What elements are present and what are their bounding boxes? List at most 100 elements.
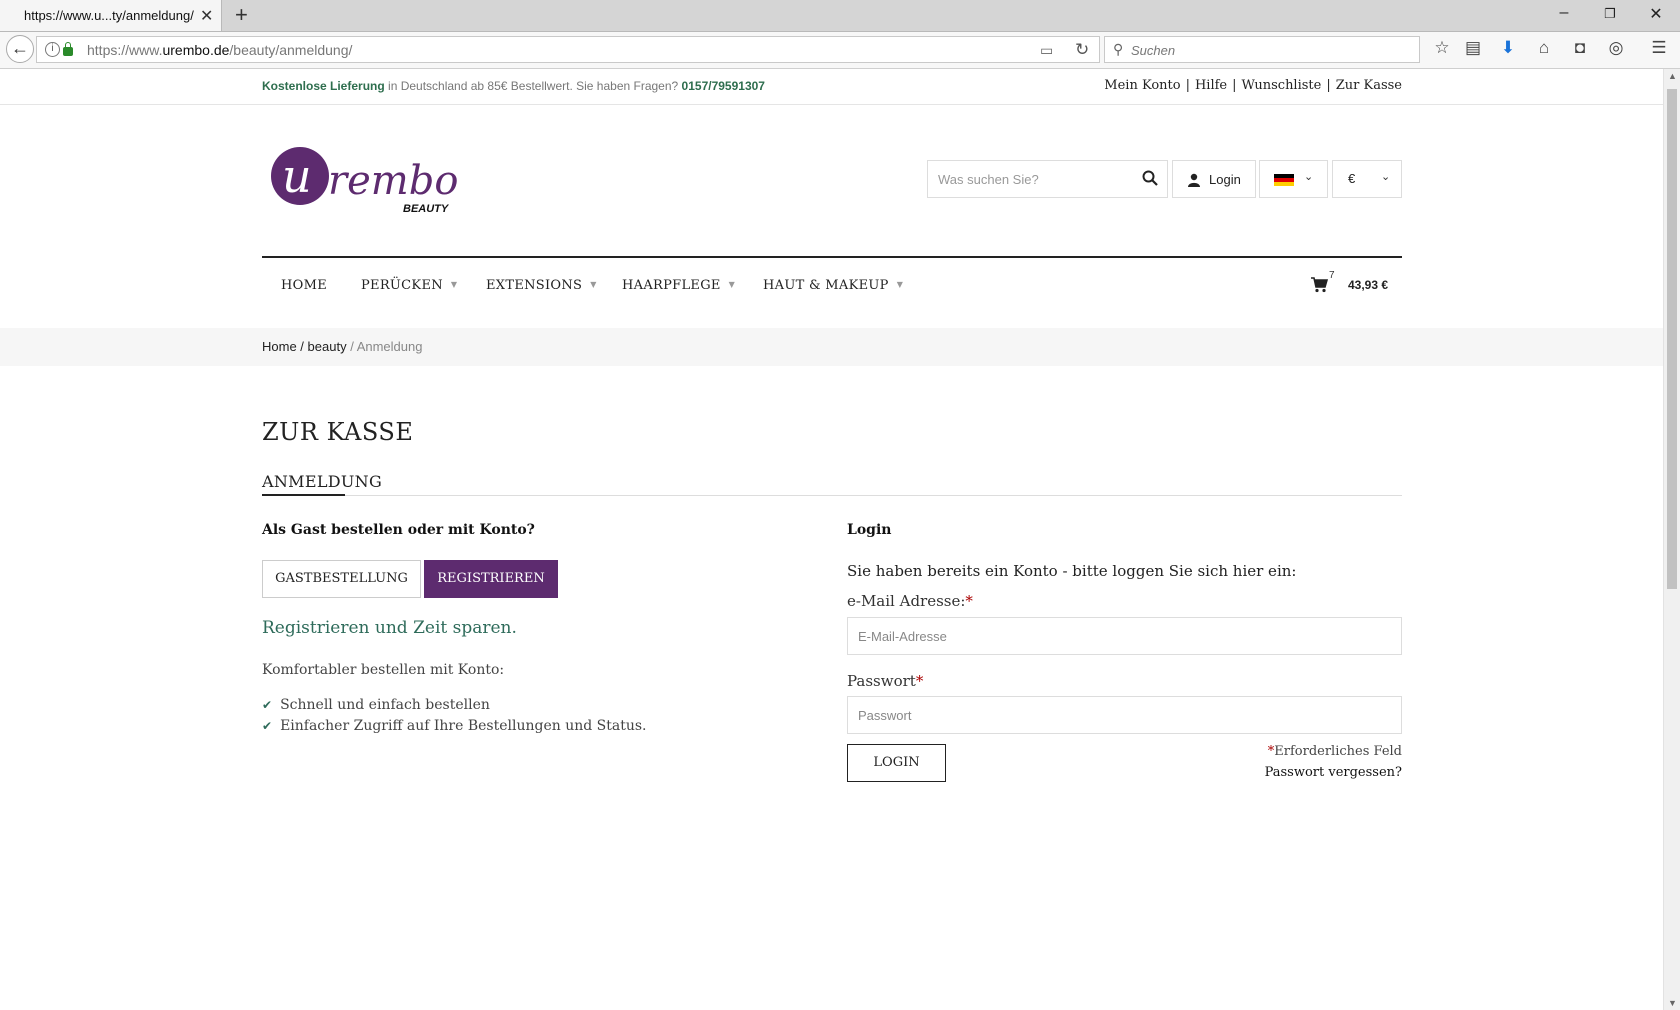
nav-haarpflege-label: HAARPFLEGE [622, 278, 721, 293]
scroll-thumb[interactable] [1667, 89, 1677, 589]
register-button[interactable]: REGISTRIEREN [424, 560, 558, 598]
email-field[interactable]: E-Mail-Adresse [847, 617, 1402, 655]
site-search-input[interactable]: Was suchen Sie? [927, 160, 1168, 198]
required-field-note: *Erforderliches Feld [1100, 744, 1402, 759]
scroll-up-icon[interactable]: ▲ [1668, 71, 1677, 81]
delivery-info: Kostenlose Lieferung in Deutschland ab 8… [262, 79, 765, 93]
password-field[interactable]: Passwort [847, 696, 1402, 734]
bookmarks-list-icon[interactable]: ▤ [1462, 38, 1484, 58]
url-path: /beauty/anmeldung/ [229, 42, 353, 58]
login-heading: Login [847, 522, 892, 538]
nav-home[interactable]: HOME [281, 278, 327, 293]
logo-rembo: rembo [328, 158, 458, 204]
page-scrollbar[interactable]: ▲ ▼ [1663, 69, 1680, 1010]
breadcrumb-separator: / [296, 339, 308, 354]
nav-haut-makeup[interactable]: HAUT & MAKEUP ▼ [763, 278, 903, 293]
register-headline: Registrieren und Zeit sparen. [262, 618, 517, 638]
breadcrumb-separator: / [346, 339, 357, 354]
url-prefix: https://www. [87, 42, 163, 58]
url-text[interactable]: https://www.urembo.de/beauty/anmeldung/ [87, 42, 352, 58]
link-zur-kasse[interactable]: Zur Kasse [1336, 78, 1402, 93]
browser-tab-bar: https://www.u...ty/anmeldung/ ✕ + – ❐ ✕ [0, 0, 1680, 32]
breadcrumb-current: Anmeldung [356, 339, 423, 354]
required-mark: * [965, 592, 973, 610]
menu-icon[interactable]: ☰ [1648, 38, 1670, 58]
password-label-text: Passwort [847, 672, 916, 690]
window-close-icon[interactable]: ✕ [1646, 4, 1666, 24]
password-placeholder: Passwort [858, 708, 912, 723]
back-button[interactable]: ← [6, 35, 34, 63]
top-links: Mein Konto | Hilfe | Wunschliste | Zur Kasse [1100, 78, 1402, 93]
close-tab-icon[interactable]: ✕ [200, 6, 213, 26]
restore-icon[interactable]: ❐ [1600, 6, 1620, 22]
link-wunschliste[interactable]: Wunschliste [1242, 78, 1322, 93]
benefit-item: ✔ Schnell und einfach bestellen [262, 697, 490, 713]
nav-peruecken[interactable]: PERÜCKEN ▼ [361, 278, 457, 293]
nav-extensions[interactable]: EXTENSIONS ▼ [486, 278, 597, 293]
currency-select[interactable]: € ⌄ [1332, 160, 1402, 198]
site-search-placeholder: Was suchen Sie? [938, 172, 1039, 187]
tab-anmeldung[interactable]: ANMELDUNG [262, 472, 382, 491]
bookmark-star-icon[interactable]: ☆ [1431, 38, 1453, 58]
benefit-item: ✔ Einfacher Zugriff auf Ihre Bestellungen… [262, 718, 647, 734]
link-mein-konto[interactable]: Mein Konto [1104, 78, 1180, 93]
page-title: ZUR KASSE [262, 418, 414, 446]
nav-haarpflege[interactable]: HAARPFLEGE ▼ [622, 278, 735, 293]
cart-total[interactable]: 43,93 € [1348, 278, 1388, 292]
language-select[interactable]: ⌄ [1259, 160, 1328, 198]
cart-count-badge: 7 [1329, 270, 1335, 281]
reader-view-icon[interactable]: ▭ [1040, 42, 1053, 59]
minimize-icon[interactable]: – [1554, 4, 1574, 22]
free-delivery-text: Kostenlose Lieferung [262, 79, 385, 93]
url-bar[interactable]: i https://www.urembo.de/beauty/anmeldung… [36, 36, 1100, 63]
main-nav-divider [262, 256, 1402, 258]
password-label: Passwort* [847, 672, 923, 690]
urembo-logo[interactable]: u rembo BEAUTY [270, 140, 470, 220]
forgot-password-link[interactable]: Passwort vergessen? [1100, 765, 1402, 780]
nav-extensions-label: EXTENSIONS [486, 278, 583, 293]
required-mark: * [915, 672, 924, 690]
sync-icon[interactable]: ◎ [1605, 38, 1627, 58]
search-icon: ⚲ [1113, 41, 1124, 57]
comfort-text: Komfortabler bestellen mit Konto: [262, 662, 505, 678]
login-submit-button[interactable]: LOGIN [847, 744, 946, 782]
caret-down-icon: ▼ [728, 280, 736, 289]
chevron-down-icon: ⌄ [1304, 171, 1314, 183]
info-icon[interactable]: i [45, 42, 60, 57]
home-icon[interactable]: ⌂ [1533, 38, 1555, 58]
german-flag-icon [1274, 174, 1294, 186]
guest-order-button[interactable]: GASTBESTELLUNG [262, 560, 421, 598]
delivery-text: in Deutschland ab 85€ Bestellwert. Sie h… [384, 79, 682, 93]
section-divider [262, 495, 1402, 496]
login-button[interactable]: Login [1172, 160, 1256, 198]
separator: | [1185, 78, 1190, 93]
browser-tab[interactable]: https://www.u...ty/anmeldung/ ✕ [0, 0, 222, 31]
breadcrumb-home[interactable]: Home [262, 339, 297, 354]
nav-peruecken-label: PERÜCKEN [361, 278, 443, 293]
new-tab-icon[interactable]: + [235, 2, 248, 28]
active-tab-underline [262, 494, 345, 496]
browser-search-bar[interactable]: ⚲ Suchen [1104, 36, 1420, 63]
nav-home-label: HOME [281, 278, 327, 293]
pocket-icon[interactable]: ◘ [1569, 38, 1591, 58]
benefit-text: Schnell und einfach bestellen [280, 697, 490, 713]
scroll-down-icon[interactable]: ▼ [1668, 998, 1677, 1008]
link-hilfe[interactable]: Hilfe [1195, 78, 1227, 93]
guest-heading: Als Gast bestellen oder mit Konto? [262, 522, 535, 538]
email-placeholder: E-Mail-Adresse [858, 629, 947, 644]
chevron-down-icon: ⌄ [1381, 171, 1391, 183]
search-icon[interactable] [1142, 170, 1158, 186]
download-icon[interactable]: ⬇ [1497, 38, 1519, 58]
caret-down-icon: ▼ [896, 280, 904, 289]
breadcrumb-beauty[interactable]: beauty [308, 339, 347, 354]
email-label-text: e-Mail Adresse: [847, 592, 966, 610]
separator: | [1232, 78, 1237, 93]
caret-down-icon: ▼ [590, 280, 597, 289]
check-icon: ✔ [262, 719, 273, 733]
reload-icon[interactable]: ↻ [1075, 40, 1089, 60]
cart-icon[interactable] [1311, 277, 1328, 293]
browser-search-placeholder: Suchen [1131, 43, 1176, 58]
nav-haut-makeup-label: HAUT & MAKEUP [763, 278, 889, 293]
currency-label: € [1348, 171, 1356, 186]
separator: | [1326, 78, 1331, 93]
